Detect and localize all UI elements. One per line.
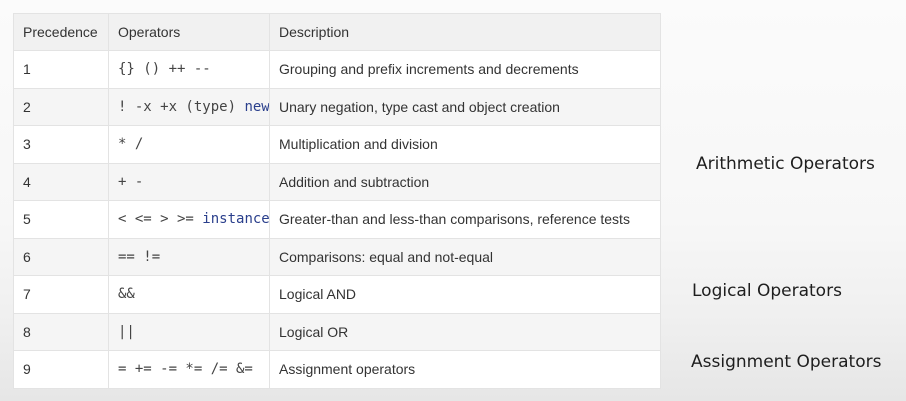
operator-keyword: new <box>244 98 270 115</box>
operators-text: * / <box>118 136 144 153</box>
header-description: Description <box>269 13 661 51</box>
operators-cell: == != <box>108 237 270 276</box>
description-cell: Greater-than and less-than comparisons, … <box>269 200 661 239</box>
precedence-cell: 9 <box>13 350 109 389</box>
operators-text: {} () ++ -- <box>118 61 211 78</box>
table-row: 3 * / Multiplication and division <box>13 125 661 164</box>
description-cell: Assignment operators <box>269 350 661 389</box>
precedence-cell: 1 <box>13 50 109 89</box>
arithmetic-operators-label: Arithmetic Operators <box>696 154 875 174</box>
slide: Precedence Operators Description 1 {} ()… <box>0 0 906 401</box>
operators-text: + - <box>118 173 144 190</box>
operators-cell: + - <box>108 162 270 201</box>
assignment-operators-label: Assignment Operators <box>691 352 882 372</box>
table-row: 1 {} () ++ -- Grouping and prefix increm… <box>13 50 661 89</box>
precedence-cell: 5 <box>13 200 109 239</box>
description-cell: Multiplication and division <box>269 125 661 164</box>
table-row: 5 < <= > >= instanceof Greater-than and … <box>13 200 661 239</box>
precedence-table: Precedence Operators Description 1 {} ()… <box>13 13 661 389</box>
precedence-cell: 7 <box>13 275 109 314</box>
precedence-cell: 4 <box>13 162 109 201</box>
operators-cell: = += -= *= /= &= <box>108 350 270 389</box>
logical-operators-label: Logical Operators <box>692 281 842 301</box>
precedence-cell: 2 <box>13 87 109 126</box>
table-row: 4 + - Addition and subtraction <box>13 162 661 201</box>
precedence-cell: 6 <box>13 237 109 276</box>
table-row: 9 = += -= *= /= &= Assignment operators <box>13 350 661 389</box>
operators-cell: < <= > >= instanceof <box>108 200 270 239</box>
operators-cell: && <box>108 275 270 314</box>
table-row: 6 == != Comparisons: equal and not-equal <box>13 237 661 276</box>
operators-text: ! -x +x (type) <box>118 98 245 115</box>
operators-cell: ! -x +x (type) new <box>108 87 270 126</box>
precedence-cell: 8 <box>13 312 109 351</box>
operators-cell: * / <box>108 125 270 164</box>
description-cell: Comparisons: equal and not-equal <box>269 237 661 276</box>
operators-text: < <= > >= <box>118 211 203 228</box>
table-header-row: Precedence Operators Description <box>13 13 661 51</box>
operator-keyword: instanceof <box>202 211 270 228</box>
description-cell: Logical AND <box>269 275 661 314</box>
description-cell: Addition and subtraction <box>269 162 661 201</box>
operators-text: == != <box>118 248 161 265</box>
table-row: 2 ! -x +x (type) new Unary negation, typ… <box>13 87 661 126</box>
operators-text: || <box>118 323 135 340</box>
operators-cell: {} () ++ -- <box>108 50 270 89</box>
description-cell: Logical OR <box>269 312 661 351</box>
operators-text: = += -= *= /= &= <box>118 361 253 378</box>
table-row: 8 || Logical OR <box>13 312 661 351</box>
operators-text: && <box>118 286 135 303</box>
table-row: 7 && Logical AND <box>13 275 661 314</box>
precedence-cell: 3 <box>13 125 109 164</box>
header-operators: Operators <box>108 13 270 51</box>
operators-cell: || <box>108 312 270 351</box>
description-cell: Grouping and prefix increments and decre… <box>269 50 661 89</box>
description-cell: Unary negation, type cast and object cre… <box>269 87 661 126</box>
header-precedence: Precedence <box>13 13 109 51</box>
